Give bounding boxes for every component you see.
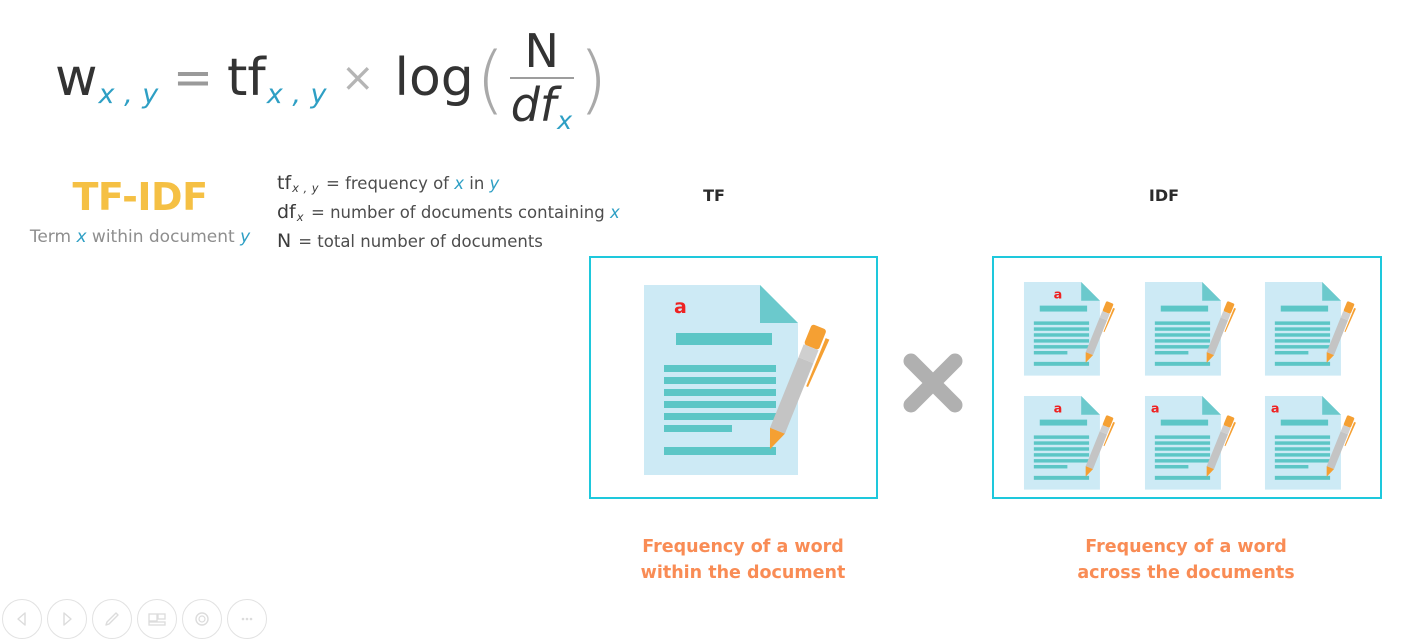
document-marker-letter: a: [1151, 401, 1160, 416]
formula-denominator-subscript: x: [557, 105, 573, 135]
legend-text-df: = number of documents containing x: [311, 203, 620, 222]
tf-panel-header: TF: [703, 186, 725, 205]
formula-denominator: df: [510, 78, 557, 132]
slide-layout-icon[interactable]: [137, 599, 177, 639]
legend-symbol-base: tf: [277, 172, 292, 194]
tf-caption-line2: within the document: [640, 563, 846, 584]
tf-caption: Frequency of a word within the document: [601, 534, 885, 587]
formula-tf-subscript: x , y: [266, 78, 328, 110]
formula-paren-open: (: [475, 37, 505, 123]
legend-item-df: df x = number of documents containing x: [277, 201, 620, 225]
pen-annotate-icon[interactable]: [92, 599, 132, 639]
legend-text-pre: = number of documents containing: [311, 203, 610, 222]
document-marker-letter: a: [1054, 288, 1063, 303]
legend-text-mid: in: [464, 174, 490, 193]
idf-caption-line1: Frequency of a word: [1085, 537, 1287, 557]
legend-symbol-df: df x: [277, 201, 304, 225]
idf-caption: Frequency of a word across the documents: [1044, 534, 1328, 587]
idf-caption-line2: across the documents: [1077, 563, 1295, 584]
legend-item-n: N = total number of documents: [277, 232, 620, 251]
document-icon: a: [1022, 278, 1121, 380]
subtitle-var-y: y: [240, 226, 251, 247]
zoom-icon[interactable]: [182, 599, 222, 639]
page-title: TF-IDF: [72, 175, 208, 219]
legend-var-x: x: [609, 203, 620, 222]
subtitle-text-pre: Term: [29, 226, 77, 247]
legend-text-tf: = frequency of x in y: [326, 174, 500, 193]
document-icon: [1143, 278, 1242, 380]
legend-symbol-subscript: x , y: [292, 181, 319, 196]
formula-fraction: N df x: [509, 24, 574, 133]
idf-panel-header: IDF: [1148, 186, 1180, 205]
legend-text-n: = total number of documents: [298, 232, 543, 251]
tf-caption-line1: Frequency of a word: [642, 537, 844, 557]
subtitle-text-mid: within document: [86, 226, 241, 247]
document-marker-letter: a: [674, 296, 687, 318]
formula-denominator-group: df x: [510, 78, 573, 133]
document-icon: a: [1022, 392, 1121, 494]
formula-times-operator: ×: [341, 55, 375, 101]
formula-log-label: log: [394, 48, 474, 108]
formula-paren-close: ): [578, 37, 608, 123]
legend-text-pre: = frequency of: [326, 174, 455, 193]
legend-var-x: x: [454, 174, 464, 193]
document-icon: a: [1143, 392, 1242, 494]
legend-text-pre: = total number of documents: [298, 232, 543, 251]
formula-w-subscript: x , y: [98, 78, 159, 110]
page-subtitle: Term x within document y: [10, 227, 270, 247]
document-icon: a: [640, 277, 840, 483]
legend-symbol-base: N: [277, 230, 292, 252]
formula-equals-operator: =: [172, 50, 214, 106]
tfidf-title-block: TF-IDF Term x within document y: [10, 175, 270, 247]
multiply-operator-icon: [900, 350, 966, 416]
presentation-toolbar[interactable]: [2, 599, 267, 639]
document-marker-letter: a: [1054, 401, 1063, 416]
legend-symbol-subscript: x: [296, 210, 304, 225]
document-icon: [1263, 278, 1362, 380]
next-slide-icon[interactable]: [47, 599, 87, 639]
tfidf-formula: wx , y = tf x , y × log ( N df x ): [55, 24, 610, 133]
formula-numerator: N: [524, 24, 559, 78]
more-options-icon[interactable]: [227, 599, 267, 639]
subtitle-var-x: x: [76, 226, 87, 247]
legend-symbol-base: df: [277, 201, 296, 223]
formula-w-symbol: w: [55, 48, 98, 108]
document-marker-letter: a: [1271, 401, 1280, 416]
document-icon: a: [1263, 392, 1362, 494]
formula-legend: tf x , y = frequency of x in y df x = numb…: [277, 174, 620, 261]
legend-item-tf: tf x , y = frequency of x in y: [277, 172, 620, 196]
legend-symbol-tf: tf x , y: [277, 172, 319, 196]
legend-var-y: y: [489, 174, 500, 193]
legend-symbol-n: N: [277, 232, 291, 251]
previous-slide-icon[interactable]: [2, 599, 42, 639]
idf-document-grid: a a a a: [1022, 278, 1362, 490]
formula-tf-term: tf x , y: [227, 48, 327, 108]
formula-tf-symbol: tf: [227, 48, 266, 108]
formula-weight-term: wx , y: [55, 48, 159, 108]
